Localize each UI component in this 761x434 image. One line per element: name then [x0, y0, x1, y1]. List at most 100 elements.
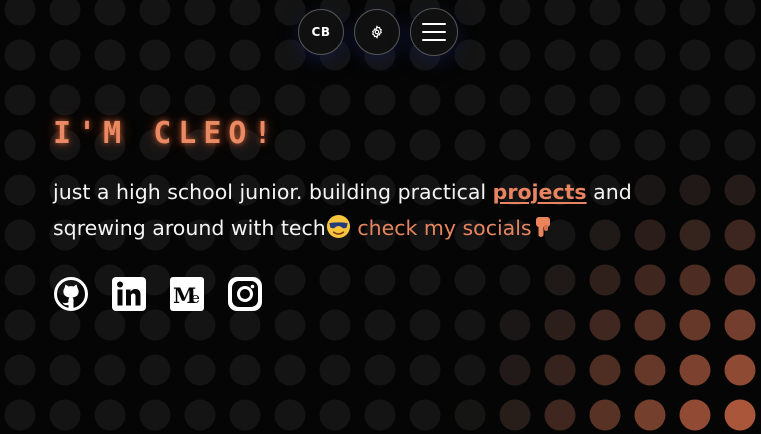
background-dot	[544, 0, 576, 26]
background-dot	[364, 399, 396, 431]
background-dot	[589, 84, 621, 116]
background-dot	[724, 129, 756, 161]
background-dot	[454, 354, 486, 386]
background-dot	[139, 84, 171, 116]
background-dot	[499, 39, 531, 71]
background-dot	[544, 84, 576, 116]
background-dot	[589, 399, 621, 431]
background-dot	[724, 0, 756, 26]
background-dot	[274, 84, 306, 116]
background-dot	[319, 84, 351, 116]
background-dot	[364, 354, 396, 386]
menu-button[interactable]	[410, 8, 458, 56]
background-dot	[319, 264, 351, 296]
background-dot	[679, 354, 711, 386]
background-dot	[364, 264, 396, 296]
background-dot	[364, 309, 396, 341]
background-dot	[229, 354, 261, 386]
background-dot	[724, 309, 756, 341]
background-dot	[94, 309, 126, 341]
background-dot	[4, 39, 36, 71]
background-dot	[139, 399, 171, 431]
linkedin-link[interactable]	[111, 276, 147, 312]
background-dot	[4, 129, 36, 161]
background-dot	[409, 354, 441, 386]
background-dot	[499, 309, 531, 341]
background-dot	[724, 264, 756, 296]
background-dot	[499, 264, 531, 296]
background-dot	[184, 354, 216, 386]
background-dot	[319, 399, 351, 431]
background-dot	[409, 399, 441, 431]
background-dot	[589, 0, 621, 26]
background-dot	[724, 219, 756, 251]
settings-button[interactable]	[354, 9, 400, 55]
logo-text: CB	[311, 25, 331, 39]
background-dot	[589, 39, 621, 71]
background-dot	[589, 264, 621, 296]
background-dot	[679, 0, 711, 26]
background-dot	[94, 399, 126, 431]
background-dot	[184, 399, 216, 431]
github-icon	[54, 277, 88, 311]
background-dot	[634, 399, 666, 431]
background-dot	[634, 264, 666, 296]
background-dot	[409, 84, 441, 116]
background-dot	[679, 309, 711, 341]
background-dot	[454, 399, 486, 431]
background-dot	[229, 39, 261, 71]
background-dot	[49, 399, 81, 431]
background-dot	[724, 354, 756, 386]
background-dot	[544, 39, 576, 71]
background-dot	[679, 129, 711, 161]
sunglasses-emoji-icon	[326, 214, 350, 239]
background-dot	[454, 84, 486, 116]
background-dot	[274, 309, 306, 341]
background-dot	[589, 309, 621, 341]
background-dot	[4, 219, 36, 251]
background-dot	[544, 354, 576, 386]
background-dot	[184, 0, 216, 26]
background-dot	[139, 354, 171, 386]
background-dot	[49, 309, 81, 341]
background-dot	[229, 0, 261, 26]
background-dot	[319, 309, 351, 341]
background-dot	[634, 39, 666, 71]
background-dot	[724, 174, 756, 206]
background-dot	[679, 399, 711, 431]
background-dot	[4, 174, 36, 206]
instagram-link[interactable]	[227, 276, 263, 312]
background-dot	[184, 84, 216, 116]
background-dot	[94, 84, 126, 116]
socials-cta: check my socials	[357, 216, 532, 240]
hamburger-menu-icon	[422, 23, 446, 41]
background-dot	[454, 0, 486, 26]
background-dot	[4, 264, 36, 296]
background-dot	[4, 0, 36, 26]
bio-prefix: just a high school junior. building prac…	[53, 180, 487, 204]
background-dot	[409, 309, 441, 341]
background-dot	[634, 0, 666, 26]
gear-icon	[372, 25, 382, 39]
background-dot	[454, 309, 486, 341]
pointing-down-emoji-icon	[535, 217, 550, 237]
background-dot	[274, 354, 306, 386]
background-dot	[724, 39, 756, 71]
github-link[interactable]	[53, 276, 89, 312]
background-dot	[184, 309, 216, 341]
projects-link[interactable]: projects	[493, 180, 587, 204]
background-dot	[319, 354, 351, 386]
background-dot	[634, 84, 666, 116]
background-dot	[139, 0, 171, 26]
logo-button[interactable]: CB	[298, 9, 344, 55]
background-dot	[49, 354, 81, 386]
background-dot	[49, 0, 81, 26]
background-dot	[229, 309, 261, 341]
background-dot	[4, 354, 36, 386]
background-dot	[274, 399, 306, 431]
instagram-icon	[228, 277, 262, 311]
background-dot	[229, 84, 261, 116]
background-dot	[94, 354, 126, 386]
background-dot	[544, 309, 576, 341]
medium-link[interactable]: M e	[169, 276, 205, 312]
